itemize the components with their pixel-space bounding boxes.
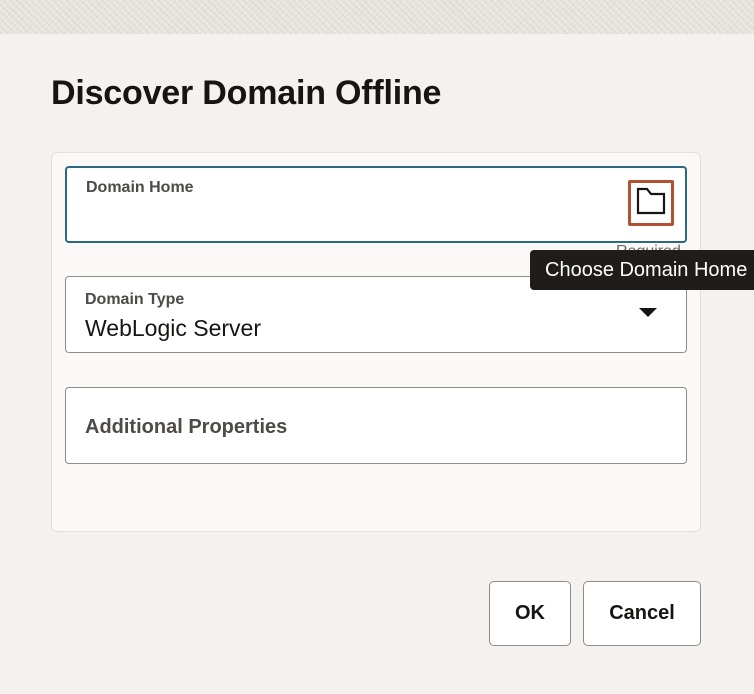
domain-type-label: Domain Type (85, 291, 185, 308)
choose-domain-home-tooltip: Choose Domain Home (530, 250, 754, 290)
dialog-title: Discover Domain Offline (51, 74, 442, 112)
dialog-header-strip (0, 0, 754, 34)
form-panel: Domain Home Domain Type WebLogic Server … (51, 152, 701, 532)
domain-home-label: Domain Home (86, 179, 194, 196)
domain-home-field[interactable]: Domain Home (65, 166, 687, 243)
additional-properties-label: Additional Properties (85, 416, 288, 438)
folder-icon (635, 186, 667, 221)
browse-domain-home-button[interactable] (628, 180, 674, 226)
caret-down-icon[interactable] (639, 308, 657, 317)
ok-button[interactable]: OK (489, 581, 571, 646)
additional-properties-field[interactable]: Additional Properties (65, 387, 687, 464)
cancel-button[interactable]: Cancel (583, 581, 701, 646)
domain-type-value: WebLogic Server (85, 315, 261, 341)
